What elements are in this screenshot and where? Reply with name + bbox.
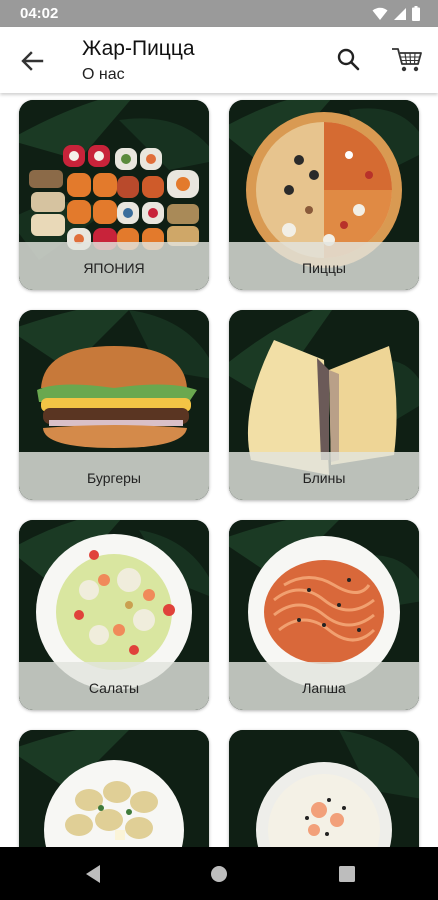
category-label: Лапша	[302, 680, 346, 696]
dumplings-image	[44, 760, 184, 847]
search-icon[interactable]	[334, 45, 364, 75]
category-card-pancakes[interactable]: Блины	[229, 310, 419, 500]
cart-icon[interactable]	[390, 44, 424, 76]
category-label: Пиццы	[302, 260, 346, 276]
system-nav-bar	[0, 847, 438, 900]
soup-image	[256, 762, 392, 847]
app-bar: Жар-Пицца О нас	[0, 27, 438, 93]
status-icons	[372, 6, 420, 21]
category-label: Бургеры	[87, 470, 141, 486]
back-arrow-icon[interactable]	[16, 45, 48, 77]
status-time: 04:02	[20, 5, 59, 22]
category-card-burgers[interactable]: Бургеры	[19, 310, 209, 500]
category-card-salads[interactable]: Салаты	[19, 520, 209, 710]
category-grid: ЯПОНИЯ Пиццы Бургеры Блины Салаты Лапша	[0, 93, 438, 847]
category-card-pizza[interactable]: Пиццы	[229, 100, 419, 290]
status-bar: 04:02	[0, 0, 438, 27]
category-label: ЯПОНИЯ	[83, 260, 145, 276]
page-title: Жар-Пицца	[82, 37, 195, 60]
page-subtitle[interactable]: О нас	[82, 66, 195, 84]
category-card-dumplings[interactable]	[19, 730, 209, 847]
nav-back-icon[interactable]	[80, 861, 106, 887]
category-label: Салаты	[88, 680, 140, 696]
wifi-icon	[372, 7, 388, 20]
category-card-japan[interactable]: ЯПОНИЯ	[19, 100, 209, 290]
category-card-soup[interactable]	[229, 730, 419, 847]
category-card-noodles[interactable]: Лапша	[229, 520, 419, 710]
signal-icon	[394, 7, 406, 20]
nav-recents-icon[interactable]	[334, 861, 360, 887]
category-label: Блины	[302, 470, 346, 486]
nav-home-icon[interactable]	[206, 861, 232, 887]
battery-icon	[412, 6, 420, 21]
